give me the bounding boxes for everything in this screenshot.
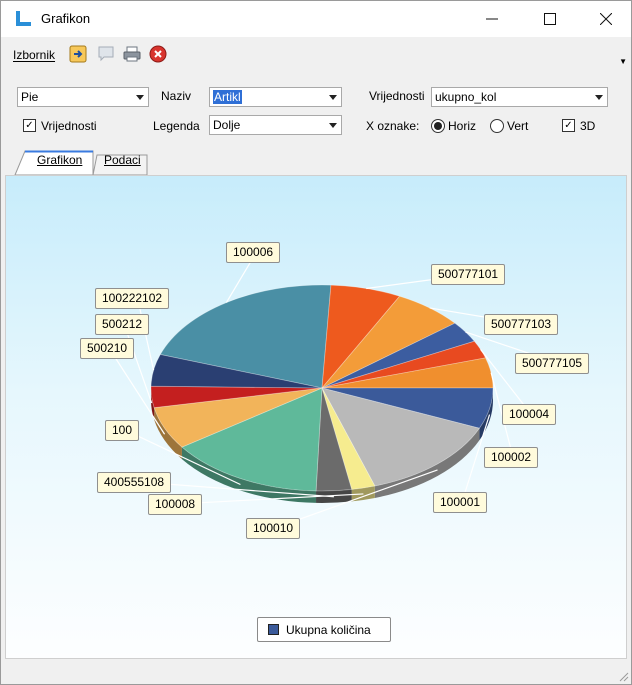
vrijednosti-value: ukupno_kol [435,90,497,104]
slice-label: 500777105 [515,353,590,374]
maximize-button[interactable] [527,1,573,37]
resize-grip-icon[interactable] [617,670,629,682]
vrijednosti-select[interactable]: ukupno_kol [431,87,608,107]
slice-label: 100010 [246,518,301,539]
close-button[interactable] [583,1,629,37]
horiz-label: Horiz [448,119,477,133]
chart-type-select[interactable]: Pie [17,87,149,107]
show-values-checkbox[interactable]: ✓ [23,119,36,132]
legenda-value: Dolje [213,118,241,132]
chart-type-value: Pie [21,90,39,104]
vrijednosti-label: Vrijednosti [369,89,425,103]
naziv-value: Artikl [213,90,242,104]
legend-swatch [268,624,279,635]
tab-grafikon[interactable]: Grafikon [37,153,82,175]
maximize-icon [544,13,556,25]
close-icon [600,13,612,25]
slice-label: 100006 [226,242,281,263]
comment-icon[interactable] [97,45,115,63]
slice-label: 100001 [433,492,488,513]
slice-leader-line [123,323,153,404]
toolbar: Izbornik ▼ [1,37,631,79]
slice-label: 500210 [80,338,135,359]
slice-label: 500777103 [484,314,559,335]
slice-label: 500212 [95,314,150,335]
legend-entry: Ukupna količina [286,623,371,637]
tab-podaci-label: Podaci [104,153,141,167]
legenda-label: Legenda [153,119,200,133]
window-title: Grafikon [41,11,91,26]
vert-label: Vert [507,119,529,133]
horiz-radio[interactable] [431,119,445,133]
grafikon-window: Grafikon Izbornik ▼ Pie Naziv Artikl Vri… [0,0,632,685]
chevron-down-icon [329,95,337,100]
legenda-select[interactable]: Dolje [209,115,342,135]
status-bar [1,660,631,684]
minimize-icon [486,18,498,20]
toolbar-overflow-icon[interactable]: ▼ [619,57,627,66]
app-icon [16,11,31,26]
export-icon[interactable] [69,45,87,63]
izbornik-menu[interactable]: Izbornik [13,48,55,62]
slice-label: 100222102 [95,288,170,309]
slice-label: 100004 [502,404,557,425]
title-bar: Grafikon [1,1,631,37]
chevron-down-icon [136,95,144,100]
chart-legend: Ukupna količina [257,617,391,642]
slice-label: 100002 [484,447,539,468]
show-values-label: Vrijednosti [41,119,97,133]
naziv-label: Naziv [161,89,192,103]
x-oznake-label: X oznake: [366,119,420,133]
naziv-select[interactable]: Artikl [209,87,342,107]
slice-label: 500777101 [431,264,506,285]
slice-label: 100008 [148,494,203,515]
tab-podaci[interactable]: Podaci [104,153,141,175]
slice-label: 100 [105,420,140,441]
3d-checkbox[interactable]: ✓ [562,119,575,132]
cancel-icon[interactable] [149,45,167,63]
slice-label: 400555108 [97,472,172,493]
3d-label: 3D [580,119,596,133]
chart-panel: 100006 500777101 500777103 500777105 100004 1… [5,175,627,659]
chevron-down-icon [595,95,603,100]
print-icon[interactable] [123,45,141,63]
tab-grafikon-label: Grafikon [37,153,83,167]
vert-radio[interactable] [490,119,504,133]
chevron-down-icon [329,123,337,128]
minimize-button[interactable] [469,1,515,37]
